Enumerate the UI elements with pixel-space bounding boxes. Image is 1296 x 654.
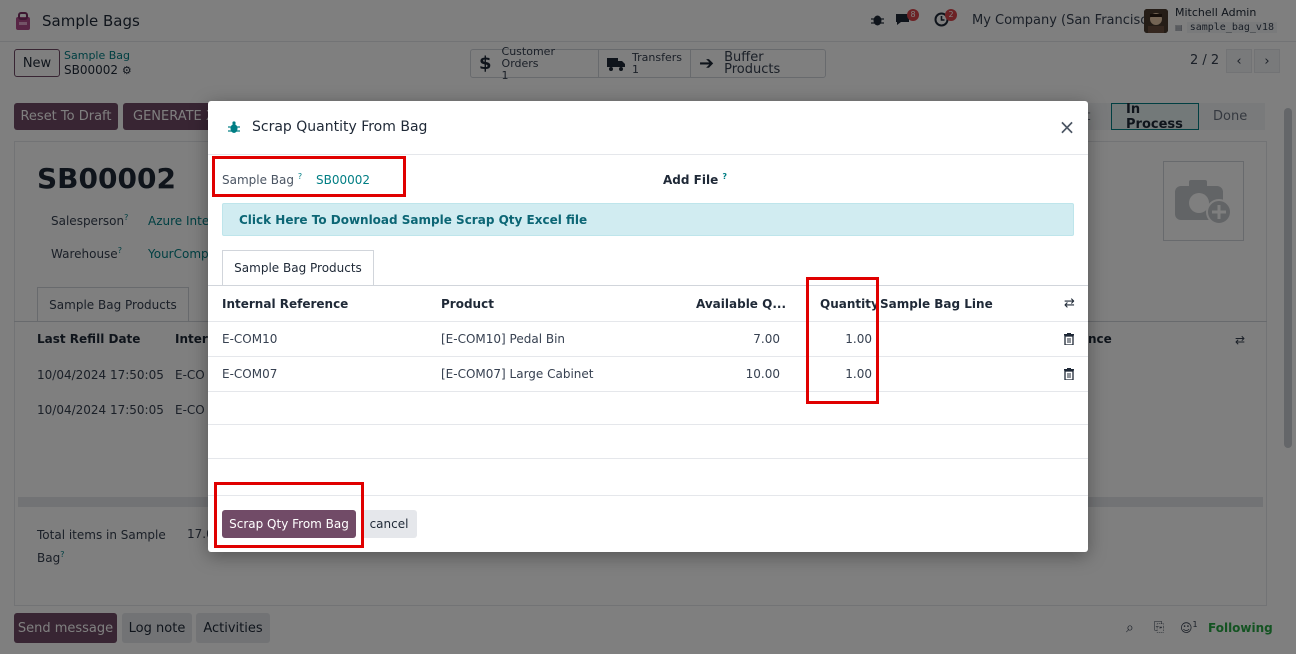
row-divider (208, 321, 1088, 322)
optional-columns-icon[interactable]: ⇄ (1064, 296, 1075, 311)
line-internal-reference[interactable]: E-COM10 (222, 332, 277, 346)
line-product[interactable]: [E-COM07] Large Cabinet (441, 367, 594, 381)
row-divider (208, 391, 1088, 392)
row-divider (208, 356, 1088, 357)
line-available-quantity: 7.00 (753, 332, 780, 346)
bug-icon (228, 121, 240, 133)
add-file-label: Add File ? (663, 172, 727, 187)
trash-icon[interactable] (1064, 368, 1074, 380)
line-product[interactable]: [E-COM10] Pedal Bin (441, 332, 565, 346)
cancel-button[interactable]: cancel (361, 510, 417, 538)
line-internal-reference[interactable]: E-COM07 (222, 367, 277, 381)
line-available-quantity: 10.00 (745, 367, 780, 381)
trash-icon[interactable] (1064, 333, 1074, 345)
modal-header: Scrap Quantity From Bag × (208, 101, 1088, 155)
highlight-quantity-column (806, 277, 879, 404)
highlight-scrap-button (214, 482, 364, 548)
col-sample-bag-line[interactable]: Sample Bag Line (880, 297, 993, 311)
help-mark: ? (722, 172, 728, 181)
col-product[interactable]: Product (441, 297, 494, 311)
row-divider (208, 458, 1088, 459)
tab-divider (208, 285, 1088, 286)
tab-sample-bag-products[interactable]: Sample Bag Products (222, 250, 374, 286)
col-available-quantity[interactable]: Available Q... (696, 297, 786, 311)
col-internal-reference[interactable]: Internal Reference (222, 297, 348, 311)
highlight-sample-bag (212, 156, 406, 197)
add-file-label-text: Add File (663, 173, 719, 187)
download-sample-link[interactable]: Click Here To Download Sample Scrap Qty … (222, 203, 1074, 236)
row-divider (208, 424, 1088, 425)
modal-title: Scrap Quantity From Bag (252, 119, 428, 135)
close-icon[interactable]: × (1058, 117, 1076, 137)
